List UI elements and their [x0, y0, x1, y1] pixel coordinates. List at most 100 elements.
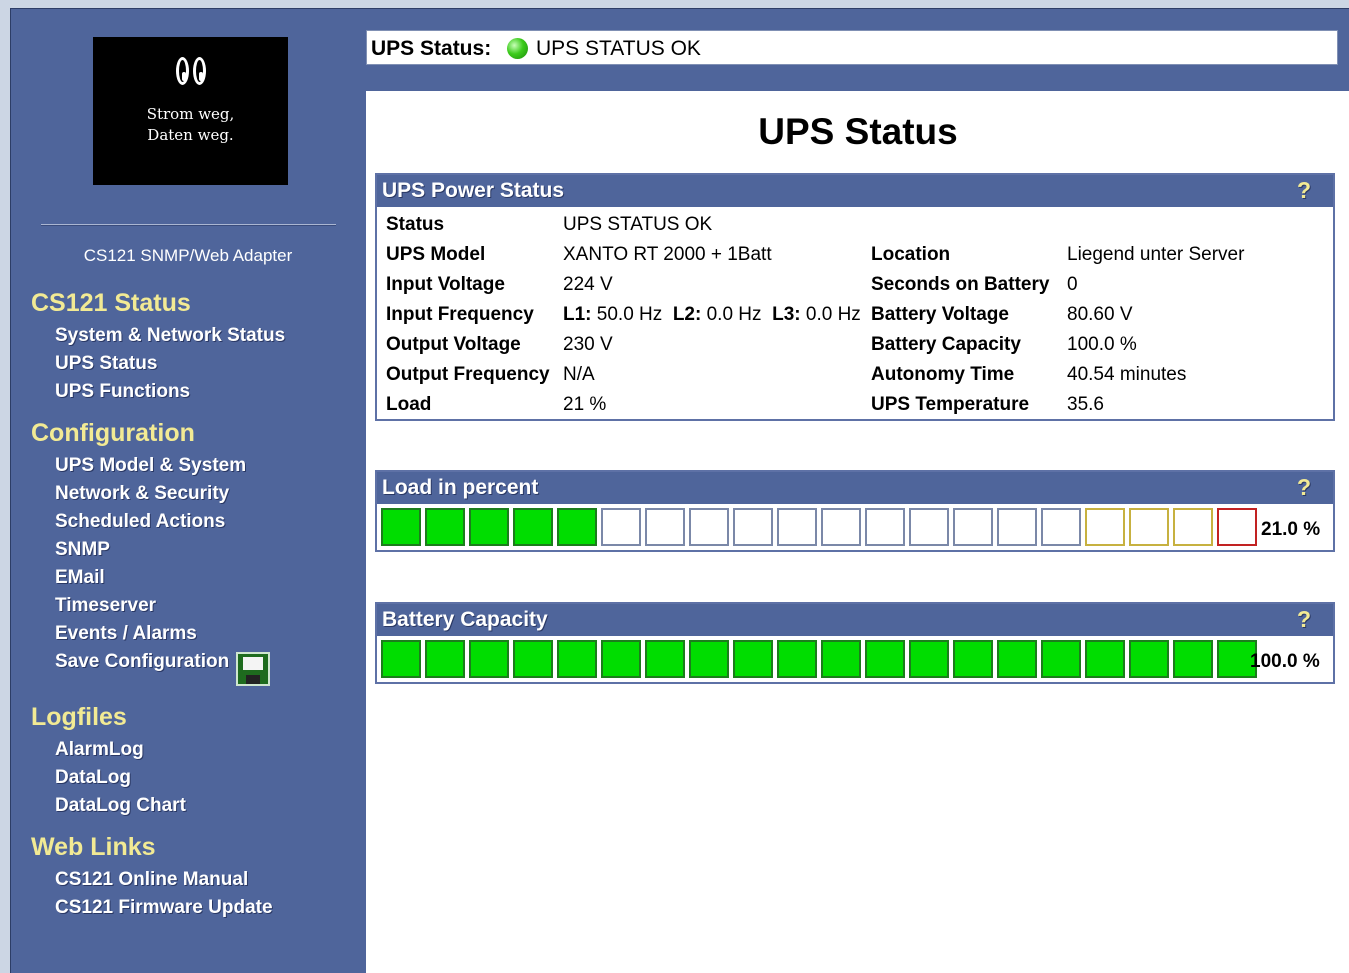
- battery-bar-segment: [689, 640, 729, 678]
- nav-ups-status[interactable]: UPS Status: [55, 353, 157, 375]
- help-icon[interactable]: ?: [1297, 474, 1311, 501]
- load-bar-segment: [865, 508, 905, 546]
- label-seconds-on-battery: Seconds on Battery: [871, 274, 1050, 295]
- help-icon[interactable]: ?: [1297, 177, 1311, 204]
- adapter-name: CS121 SNMP/Web Adapter: [83, 246, 293, 265]
- nav-ups-model-system[interactable]: UPS Model & System: [55, 455, 246, 477]
- battery-bar-segment: [381, 640, 421, 678]
- value-output-frequency: N/A: [563, 364, 595, 385]
- load-bar-segment: [469, 508, 509, 546]
- battery-bar-segment: [513, 640, 553, 678]
- label-input-frequency: Input Frequency: [386, 304, 534, 325]
- load-bar-segment: [689, 508, 729, 546]
- load-bar-segment: [777, 508, 817, 546]
- nav-online-manual[interactable]: CS121 Online Manual: [55, 869, 248, 891]
- load-bar-segment: [1041, 508, 1081, 546]
- value-autonomy-time: 40.54 minutes: [1067, 364, 1187, 385]
- logo: Strom weg, Daten weg.: [93, 37, 288, 185]
- freq-l3-value: 0.0 Hz: [805, 304, 861, 325]
- battery-bar-segment: [777, 640, 817, 678]
- label-ups-model: UPS Model: [386, 244, 486, 265]
- value-load: 21 %: [563, 394, 607, 415]
- load-bar-segment: [557, 508, 597, 546]
- battery-bar-segment: [601, 640, 641, 678]
- load-bar-segment: [381, 508, 421, 546]
- battery-bar-segment: [1129, 640, 1169, 678]
- battery-bar-segment: [821, 640, 861, 678]
- label-ups-temperature: UPS Temperature: [871, 394, 1030, 415]
- load-bar-segment: [1085, 508, 1125, 546]
- save-disk-icon[interactable]: [236, 652, 270, 686]
- battery-percent: 100.0 %: [1250, 651, 1320, 672]
- nav-events-alarms[interactable]: Events / Alarms: [55, 623, 197, 645]
- value-ups-model: XANTO RT 2000 + 1Batt: [563, 244, 772, 265]
- battery-panel-header: Battery Capacity ?: [377, 604, 1333, 636]
- app-frame: Strom weg, Daten weg. CS121 SNMP/Web Ada…: [10, 8, 1349, 973]
- freq-l1-value: 50.0 Hz: [596, 304, 663, 325]
- nav-datalog[interactable]: DataLog: [55, 767, 131, 789]
- power-status-title: UPS Power Status: [382, 179, 565, 202]
- logo-line-1: Strom weg,: [146, 105, 235, 123]
- battery-bar-segment: [469, 640, 509, 678]
- battery-bar-segment: [953, 640, 993, 678]
- load-panel-title: Load in percent: [382, 476, 539, 499]
- label-battery-capacity: Battery Capacity: [871, 334, 1021, 355]
- value-status: UPS STATUS OK: [563, 214, 713, 235]
- nav-email[interactable]: EMail: [55, 567, 105, 589]
- nav-ups-functions[interactable]: UPS Functions: [55, 381, 190, 403]
- freq-l1-label: L1:: [563, 304, 592, 325]
- status-bar-label: UPS Status:: [371, 37, 492, 60]
- value-battery-voltage: 80.60 V: [1067, 304, 1133, 325]
- load-percent: 21.0 %: [1261, 519, 1321, 540]
- status-led-icon: [507, 38, 528, 59]
- load-bar-segment: [425, 508, 465, 546]
- battery-bar-segment: [645, 640, 685, 678]
- nav-datalog-chart[interactable]: DataLog Chart: [55, 795, 186, 817]
- section-title-cs121-status: CS121 Status: [31, 289, 191, 317]
- value-ups-temperature: 35.6: [1067, 394, 1104, 415]
- nav-timeserver[interactable]: Timeserver: [55, 595, 156, 617]
- freq-l2-value: 0.0 Hz: [706, 304, 762, 325]
- nav-save-configuration[interactable]: Save Configuration: [55, 651, 229, 673]
- load-bar-segment: [1173, 508, 1213, 546]
- load-bar-segment: [733, 508, 773, 546]
- battery-bar-segment: [557, 640, 597, 678]
- battery-panel-title: Battery Capacity: [382, 608, 548, 631]
- main-content: UPS Status UPS Power Status ? Status UPS…: [366, 91, 1349, 973]
- battery-bar-segment: [1041, 640, 1081, 678]
- load-bar-segment: [513, 508, 553, 546]
- power-status-panel: UPS Power Status ? Status UPS STATUS OK …: [375, 173, 1335, 421]
- battery-bar-segment: [909, 640, 949, 678]
- value-output-voltage: 230 V: [563, 334, 613, 355]
- page-title: UPS Status: [758, 111, 958, 152]
- label-output-frequency: Output Frequency: [386, 364, 550, 385]
- load-bar-segment: [821, 508, 861, 546]
- label-load: Load: [386, 394, 432, 415]
- help-icon[interactable]: ?: [1297, 606, 1311, 633]
- logo-line-2: Daten weg.: [147, 126, 234, 144]
- load-bar-segment: [997, 508, 1037, 546]
- load-bar-segment: [1217, 508, 1257, 546]
- value-location: Liegend unter Server: [1067, 244, 1245, 265]
- load-panel-header: Load in percent ?: [377, 472, 1333, 504]
- section-title-logfiles: Logfiles: [31, 703, 127, 731]
- nav-firmware-update[interactable]: CS121 Firmware Update: [55, 897, 273, 919]
- battery-bar-segment: [865, 640, 905, 678]
- battery-bar-segment: [425, 640, 465, 678]
- value-input-frequency: L1: 50.0 Hz L2: 0.0 Hz L3: 0.0 Hz: [563, 300, 861, 330]
- freq-l2-label: L2:: [672, 304, 702, 325]
- load-bar-segment: [953, 508, 993, 546]
- nav-scheduled-actions[interactable]: Scheduled Actions: [55, 511, 225, 533]
- load-bar-segment: [645, 508, 685, 546]
- load-bar-segment: [601, 508, 641, 546]
- battery-bar-segment: [733, 640, 773, 678]
- load-bar-segment: [909, 508, 949, 546]
- power-status-header: UPS Power Status ?: [377, 175, 1333, 207]
- section-title-configuration: Configuration: [31, 419, 195, 447]
- nav-network-security[interactable]: Network & Security: [55, 483, 229, 505]
- freq-l3-label: L3:: [772, 304, 801, 325]
- nav-snmp[interactable]: SNMP: [55, 539, 110, 561]
- value-seconds-on-battery: 0: [1067, 274, 1078, 295]
- nav-system-network-status[interactable]: System & Network Status: [55, 325, 285, 347]
- nav-alarmlog[interactable]: AlarmLog: [55, 739, 144, 761]
